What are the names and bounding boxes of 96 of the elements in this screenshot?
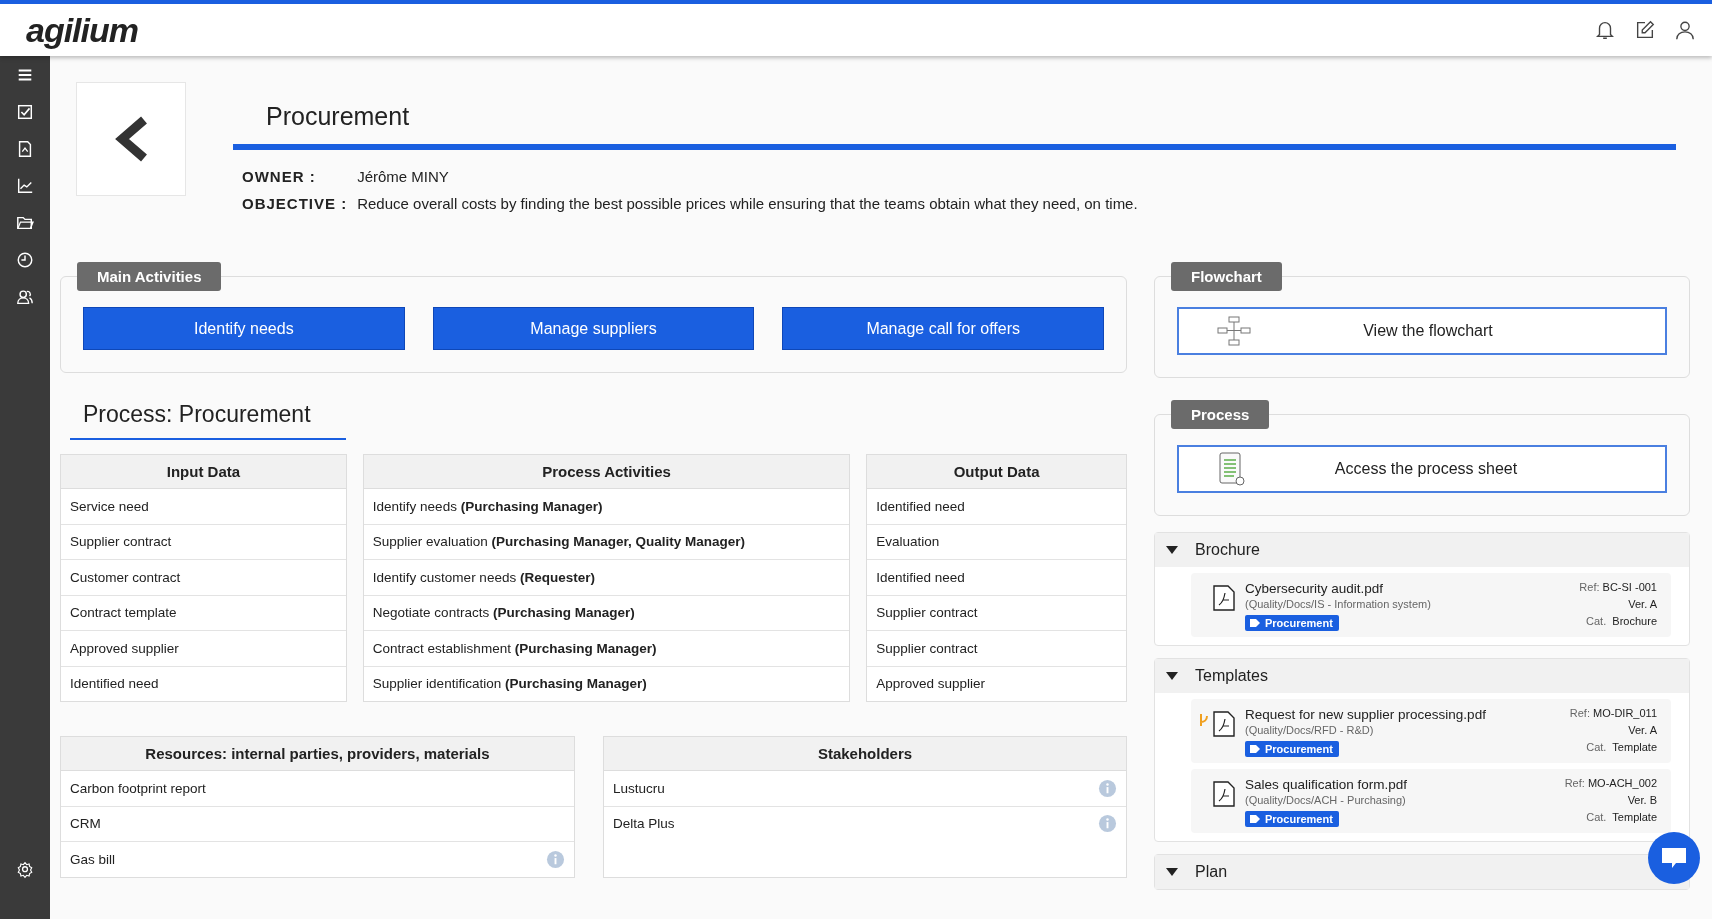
table-cell: Identified need [876,498,965,514]
owner-label: OWNER : [242,168,317,185]
table-cell: Lustucru [613,780,665,796]
back-button[interactable] [76,82,186,196]
category-value: Brochure [1612,615,1657,627]
table-cell: Negotiate contracts (Purchasing Manager) [372,605,635,621]
ref-label: Ref: [1564,777,1585,789]
settings-icon[interactable] [16,861,34,879]
category-value: Template [1612,741,1657,753]
section-title: Process: Procurement [70,401,346,440]
version-label: Ver. B [1627,794,1657,806]
panel-title: Main Activities [77,262,222,291]
activity-button[interactable]: Identify needs [83,307,405,350]
table-cell: Identify needs (Purchasing Manager) [372,498,603,514]
logo[interactable]: agilium [26,10,139,50]
pdf-icon [1213,585,1235,611]
table-cell: Supplier evaluation (Purchasing Manager, Quality Manager) [372,534,745,550]
section-header[interactable]: Brochure [1195,541,1260,559]
table-cell: Supplier contract [70,534,172,550]
flowchart-icon [1217,316,1251,346]
section-header[interactable]: Plan [1195,863,1228,881]
version-label: Ver. A [1628,724,1657,736]
table-cell: Approved supplier [876,676,986,692]
objective-label: OBJECTIVE : [242,195,348,212]
pdf-icon [1213,781,1235,807]
people-icon[interactable] [16,288,34,306]
document-path: (Quality/Docs/RFD - R&D) [1245,724,1375,736]
objective-value: Reduce overall costs by finding the best possible prices while ensuring that the teams obtain what they need, on time. [357,195,1139,212]
tasks-icon[interactable] [16,103,34,121]
caret-icon[interactable] [1165,867,1179,877]
table-cell: Supplier contract [876,640,978,656]
table-cell: Approved supplier [70,640,179,656]
ref-value: MO-DIR_011 [1593,707,1657,719]
document-item[interactable]: Cybersecurity audit.pdf (Quality/Docs/IS - Information system) Procurement Ref: BC-SI -001 Ver. A Cat. Brochure [1191,573,1671,637]
table-cell: Delta Plus [613,816,675,832]
table-header: Input Data [61,455,346,489]
table-cell: Supplier identification (Purchasing Manager) [372,676,647,692]
document-item[interactable]: Sales qualification form.pdf (Quality/Docs/ACH - Purchasing) Procurement Ref: MO-ACH_002 Ver. B Cat. Template [1191,769,1671,833]
ref-value: BC-SI -001 [1602,581,1657,593]
tag-icon [1249,618,1261,628]
table-header: Resources: internal parties, providers, materials [61,737,574,771]
category-tag[interactable]: Procurement [1245,811,1339,827]
ref-value: MO-ACH_002 [1587,777,1657,789]
caret-icon[interactable] [1165,545,1179,555]
clock-icon[interactable] [16,251,34,269]
table-header: Process Activities [363,455,850,489]
category-tag[interactable]: Procurement [1245,741,1339,757]
user-icon[interactable] [1674,19,1696,41]
table-cell: Customer contract [70,569,181,585]
activity-button[interactable]: Manage suppliers [432,307,755,350]
page-title: Procurement [265,101,411,132]
table-cell: Evaluation [876,534,940,550]
bell-icon[interactable] [1594,19,1616,41]
table-cell: Supplier contract [876,605,978,621]
chevron-left-icon [114,116,148,162]
activity-button[interactable]: Manage call for offers [782,307,1104,350]
section-header[interactable]: Templates [1195,667,1268,685]
category-label: Cat. [1586,615,1607,627]
category-label: Cat. [1586,741,1607,753]
table-cell: Identify customer needs (Requester) [372,569,595,585]
table-cell: Carbon footprint report [70,780,206,796]
version-label: Ver. A [1628,598,1657,610]
pdf-icon [1213,711,1235,737]
document-name: Request for new supplier processing.pdf [1245,707,1486,722]
tag-icon [1249,744,1261,754]
table-header: Stakeholders [604,737,1126,771]
category-tag[interactable]: Procurement [1245,615,1339,631]
panel-title: Process [1171,400,1270,429]
tag-icon [1249,814,1261,824]
edit-icon[interactable] [1634,19,1656,41]
document-name: Sales qualification form.pdf [1245,777,1408,792]
table-cell: CRM [70,816,101,832]
table-cell: Contract template [70,605,177,621]
category-label: Cat. [1586,811,1607,823]
document-path: (Quality/Docs/ACH - Purchasing) [1245,794,1407,806]
table-header: Output Data [867,455,1126,489]
caret-icon[interactable] [1165,671,1179,681]
table-cell: Contract establishment (Purchasing Manager) [372,640,657,656]
ref-label: Ref: [1569,707,1590,719]
table-cell: Identified need [70,676,159,692]
document-path: (Quality/Docs/IS - Information system) [1245,598,1431,610]
table-cell: Service need [70,498,149,514]
document-name: Cybersecurity audit.pdf [1245,581,1385,596]
flowchart-button[interactable]: View the flowchart [1177,307,1667,355]
process-sheet-button[interactable]: Access the process sheet [1177,445,1667,493]
table-cell: Identified need [876,569,965,585]
folder-icon[interactable] [16,214,34,232]
ref-label: Ref: [1579,581,1600,593]
document-item[interactable]: Request for new supplier processing.pdf (Quality/Docs/RFD - R&D) Procurement Ref: MO-DIR_011 Ver. A Cat. Template [1191,699,1671,763]
panel-title: Flowchart [1171,262,1282,291]
category-value: Template [1612,811,1657,823]
owner-value: Jérôme MINY [357,168,450,185]
sheet-icon [1217,451,1247,487]
chart-icon[interactable] [16,177,34,195]
table-cell: Gas bill [70,851,115,867]
document-icon[interactable] [16,140,34,158]
